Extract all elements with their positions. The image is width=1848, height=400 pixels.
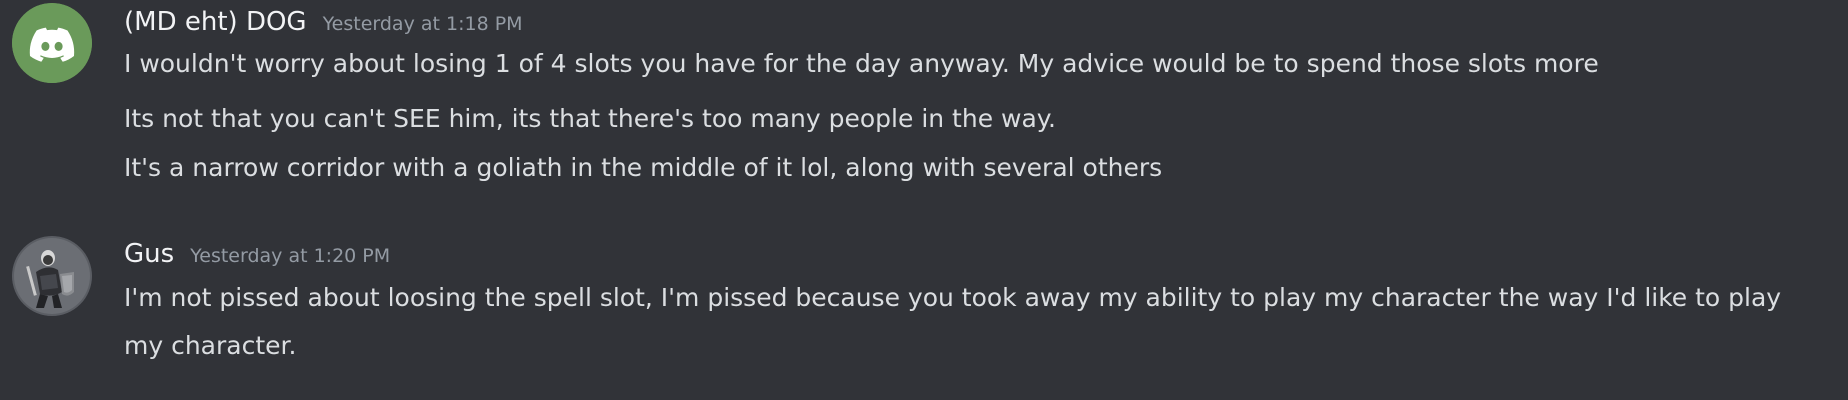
armored-warrior-avatar-icon [12,236,92,316]
message-content: It's a narrow corridor with a goliath in… [124,153,1163,182]
avatar[interactable] [12,3,92,83]
timestamp[interactable]: Yesterday at 1:20 PM [190,236,390,276]
chat-message-list: (MD eht) DOG Yesterday at 1:18 PM I woul… [0,0,1848,400]
discord-logo-icon [12,3,92,83]
avatar[interactable] [12,236,92,316]
timestamp[interactable]: Yesterday at 1:18 PM [323,4,523,44]
message-content: I'm not pissed about loosing the spell s… [124,283,1782,360]
username[interactable]: Gus [124,234,174,274]
username[interactable]: (MD eht) DOG [124,2,307,42]
message-header: Gus Yesterday at 1:20 PM [124,234,390,274]
message-content: Its not that you can't SEE him, its that… [124,104,1056,133]
message-header: (MD eht) DOG Yesterday at 1:18 PM [124,2,523,42]
message-content: I wouldn't worry about losing 1 of 4 slo… [124,49,1599,78]
